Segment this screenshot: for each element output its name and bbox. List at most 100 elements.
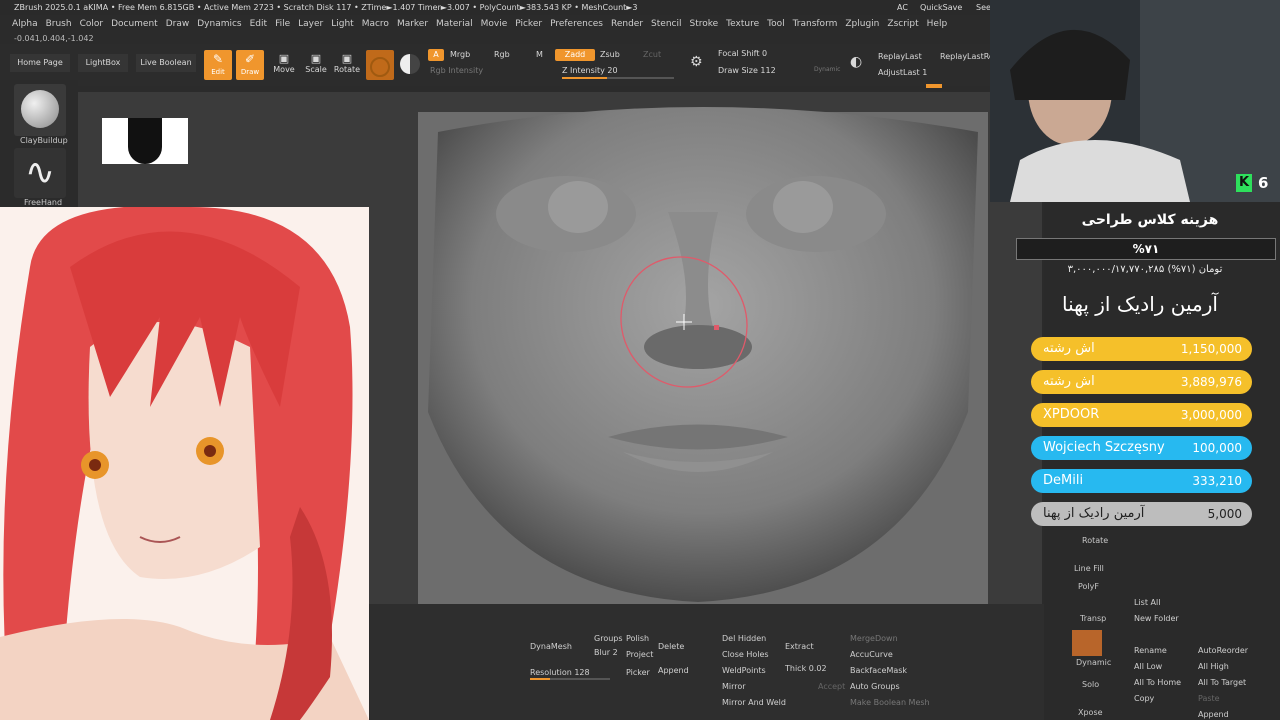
paste-button[interactable]: Paste <box>1198 694 1220 703</box>
polish-toggle[interactable]: Polish <box>626 634 649 643</box>
resolution-slider[interactable]: Resolution 128 <box>530 668 590 677</box>
blur-slider[interactable]: Blur 2 <box>594 648 618 657</box>
append-button[interactable]: Append <box>658 666 689 675</box>
list-all-button[interactable]: List All <box>1134 598 1160 607</box>
menu-item-transform[interactable]: Transform <box>793 19 838 29</box>
menu-item-alpha[interactable]: Alpha <box>12 19 38 29</box>
replay-last-rel-button[interactable]: ReplayLastRe <box>940 52 994 61</box>
menu-item-tool[interactable]: Tool <box>767 19 784 29</box>
line-fill-button[interactable]: Line Fill <box>1074 564 1104 573</box>
menu-item-color[interactable]: Color <box>80 19 104 29</box>
all-to-home-button[interactable]: All To Home <box>1134 678 1181 687</box>
menu-item-material[interactable]: Material <box>436 19 473 29</box>
draw-button[interactable]: ✐ Draw <box>236 50 264 80</box>
clay-buildup-brush[interactable] <box>14 84 66 136</box>
rotate-button[interactable]: ▣ Rotate <box>333 52 361 74</box>
move-button[interactable]: ▣ Move <box>270 52 298 74</box>
solo-button[interactable]: Solo <box>1082 680 1099 689</box>
quicksave-button[interactable]: QuickSave <box>920 0 962 15</box>
a-button[interactable]: A <box>428 49 444 61</box>
rgb-button[interactable]: Rgb <box>494 50 510 59</box>
m-button[interactable]: M <box>536 50 543 59</box>
backface-mask-toggle[interactable]: BackfaceMask <box>850 666 907 675</box>
make-boolean-mesh-button[interactable]: Make Boolean Mesh <box>850 698 930 707</box>
zadd-button[interactable]: Zadd <box>555 49 595 61</box>
dynamesh-button[interactable]: DynaMesh <box>530 642 572 651</box>
live-boolean-button[interactable]: Live Boolean <box>136 54 196 72</box>
close-holes-button[interactable]: Close Holes <box>722 650 769 659</box>
adjust-last-slider[interactable]: AdjustLast 1 <box>878 68 927 77</box>
z-intensity-slider[interactable]: Z Intensity 20 <box>562 66 618 75</box>
menu-item-light[interactable]: Light <box>331 19 353 29</box>
thick-slider[interactable]: Thick 0.02 <box>785 664 827 673</box>
menu-item-zplugin[interactable]: Zplugin <box>845 19 879 29</box>
material-icon[interactable] <box>366 50 394 80</box>
focal-icon: ⚙ <box>690 54 703 70</box>
lightbox-button[interactable]: LightBox <box>78 54 128 72</box>
menu-item-help[interactable]: Help <box>927 19 948 29</box>
all-high-button[interactable]: All High <box>1198 662 1229 671</box>
scale-button[interactable]: ▣ Scale <box>302 52 330 74</box>
append-subtool-button[interactable]: Append <box>1198 710 1229 719</box>
zcut-button[interactable]: Zcut <box>643 50 661 59</box>
all-to-target-button[interactable]: All To Target <box>1198 678 1246 687</box>
see-label[interactable]: See <box>976 0 991 15</box>
focal-shift-slider[interactable]: Focal Shift 0 <box>718 49 767 58</box>
dynamic-toggle[interactable]: Dynamic <box>814 66 840 73</box>
draw-size-slider[interactable]: Draw Size 112 <box>718 66 776 75</box>
goal-title: هزینه کلاس طراحی <box>1081 212 1219 228</box>
all-low-button[interactable]: All Low <box>1134 662 1162 671</box>
donation-item: XPDOOR 3,000,000 <box>1031 403 1252 427</box>
menu-item-zscript[interactable]: Zscript <box>887 19 918 29</box>
rgb-intensity-slider[interactable]: Rgb Intensity <box>430 66 483 75</box>
edit-button[interactable]: ✎ Edit <box>204 50 232 80</box>
delete-button[interactable]: Delete <box>658 642 684 651</box>
zsub-button[interactable]: Zsub <box>600 50 620 59</box>
auto-groups-button[interactable]: Auto Groups <box>850 682 900 691</box>
dynamic-panel-icon[interactable] <box>1072 630 1102 656</box>
weld-points-button[interactable]: WeldPoints <box>722 666 766 675</box>
menu-item-macro[interactable]: Macro <box>362 19 389 29</box>
mirror-button[interactable]: Mirror <box>722 682 746 691</box>
freehand-stroke-icon[interactable]: ∿ <box>14 148 66 198</box>
project-toggle[interactable]: Project <box>626 650 653 659</box>
menu-item-file[interactable]: File <box>275 19 290 29</box>
menu-item-document[interactable]: Document <box>111 19 158 29</box>
ac-label[interactable]: AC <box>897 0 908 15</box>
picker-button[interactable]: Picker <box>626 668 650 677</box>
groups-toggle[interactable]: Groups <box>594 634 623 643</box>
del-hidden-button[interactable]: Del Hidden <box>722 634 766 643</box>
menu-item-texture[interactable]: Texture <box>726 19 759 29</box>
accept-button[interactable]: Accept <box>818 682 845 691</box>
menu-item-marker[interactable]: Marker <box>397 19 428 29</box>
menu-item-dynamics[interactable]: Dynamics <box>197 19 241 29</box>
extract-button[interactable]: Extract <box>785 642 814 651</box>
home-page-button[interactable]: Home Page <box>10 54 70 72</box>
menu-item-picker[interactable]: Picker <box>515 19 542 29</box>
auto-reorder-button[interactable]: AutoReorder <box>1198 646 1248 655</box>
menu-item-brush[interactable]: Brush <box>46 19 72 29</box>
menu-item-stencil[interactable]: Stencil <box>651 19 681 29</box>
copy-button[interactable]: Copy <box>1134 694 1154 703</box>
transp-button[interactable]: Transp <box>1080 614 1106 623</box>
new-folder-button[interactable]: New Folder <box>1134 614 1179 623</box>
mirror-and-weld-button[interactable]: Mirror And Weld <box>722 698 786 707</box>
xpose-button[interactable]: Xpose <box>1078 708 1103 717</box>
mrgb-button[interactable]: Mrgb <box>450 50 470 59</box>
rotate-panel-button[interactable]: Rotate <box>1082 536 1108 545</box>
rename-button[interactable]: Rename <box>1134 646 1167 655</box>
color-swatch-icon[interactable] <box>400 54 420 74</box>
menu-item-draw[interactable]: Draw <box>166 19 190 29</box>
menu-item-stroke[interactable]: Stroke <box>689 19 718 29</box>
menu-item-movie[interactable]: Movie <box>481 19 508 29</box>
merge-down-button[interactable]: MergeDown <box>850 634 898 643</box>
menu-item-layer[interactable]: Layer <box>298 19 323 29</box>
menu-item-preferences[interactable]: Preferences <box>550 19 603 29</box>
menu-item-render[interactable]: Render <box>611 19 643 29</box>
accucurve-toggle[interactable]: AccuCurve <box>850 650 893 659</box>
polyf-button[interactable]: PolyF <box>1078 582 1099 591</box>
replay-last-button[interactable]: ReplayLast <box>878 52 922 61</box>
menu-item-edit[interactable]: Edit <box>250 19 267 29</box>
z-intensity-track[interactable] <box>562 77 674 79</box>
resolution-track[interactable] <box>530 678 610 680</box>
